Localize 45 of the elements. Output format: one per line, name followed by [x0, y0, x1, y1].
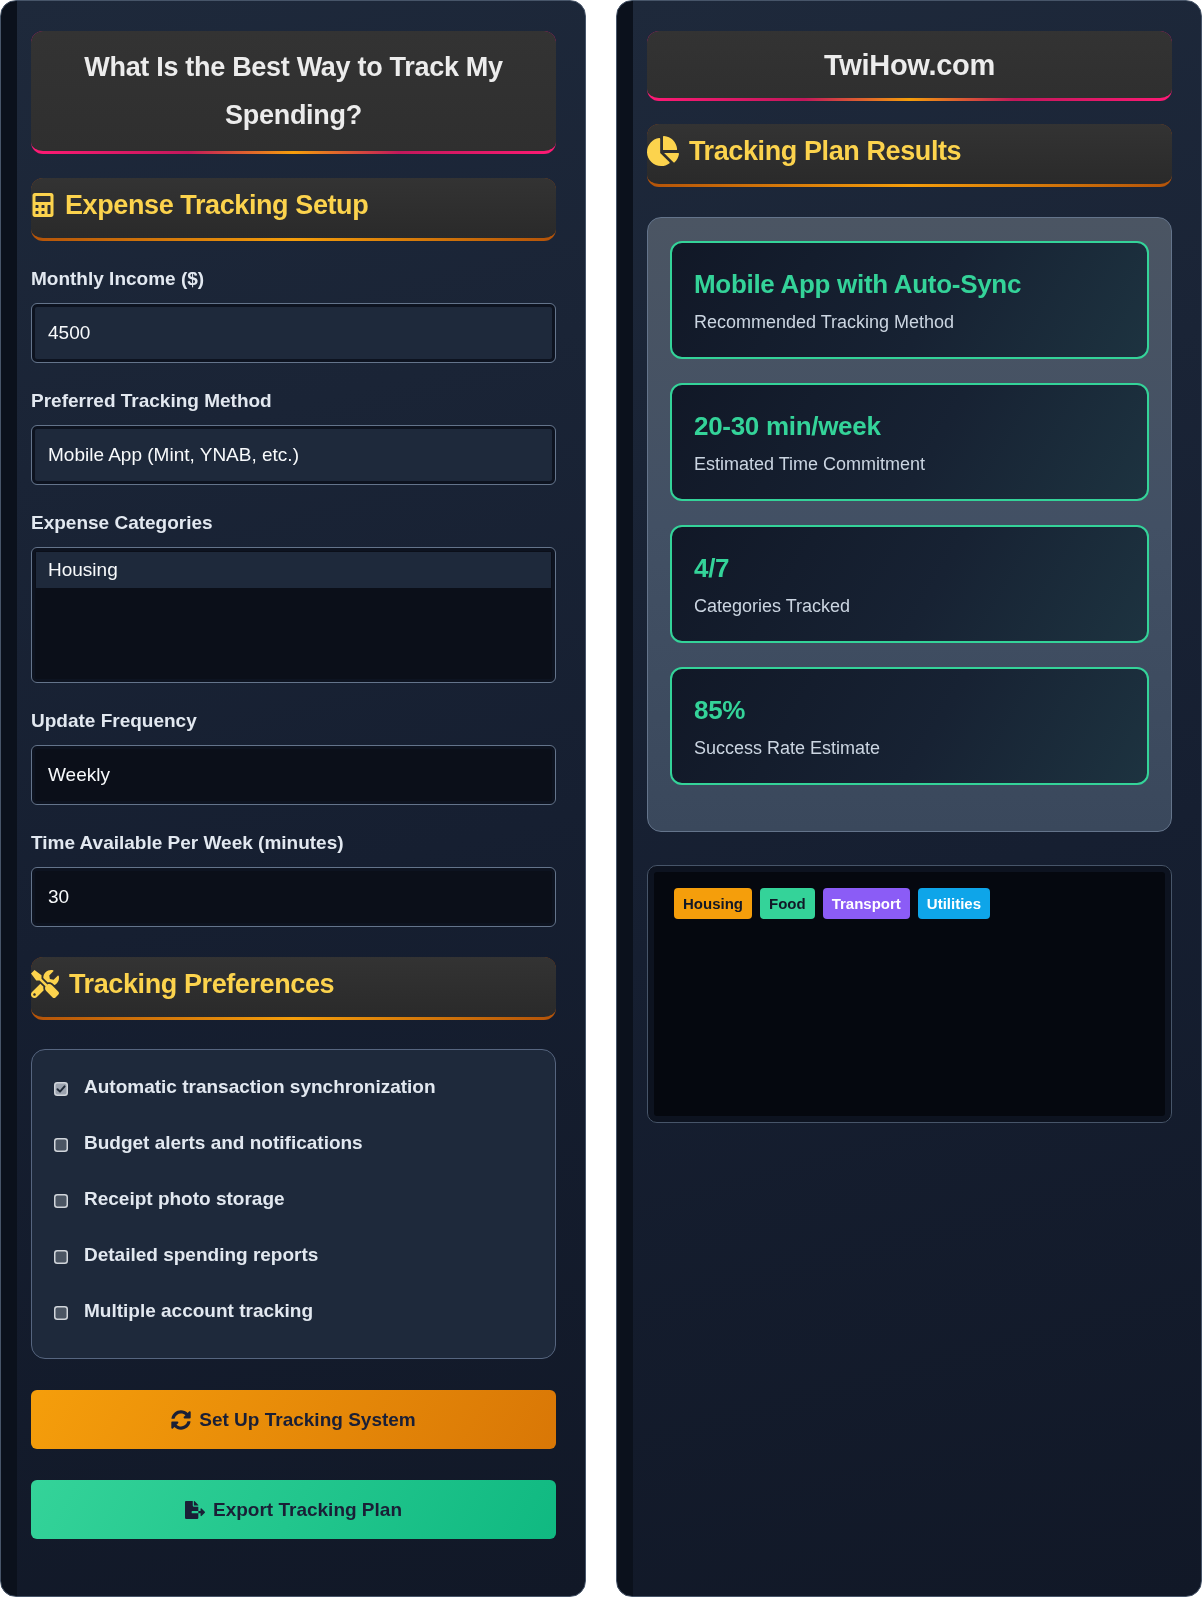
checkbox-label: Budget alerts and notifications: [84, 1132, 363, 1154]
refresh-icon: [171, 1409, 192, 1430]
stat-label: Recommended Tracking Method: [694, 311, 955, 333]
checkbox[interactable]: [54, 1306, 68, 1320]
stat-value: 4/7: [694, 552, 730, 585]
section-heading: Tracking Plan Results: [689, 135, 962, 167]
checkbox-label: Receipt photo storage: [84, 1188, 285, 1210]
pie-chart-icon: [647, 135, 679, 167]
category-tag: Food: [760, 888, 815, 919]
checkbox[interactable]: [54, 1250, 68, 1264]
calculator-icon: [31, 193, 55, 217]
checkbox[interactable]: [54, 1138, 68, 1152]
checkbox-label: Detailed spending reports: [84, 1244, 319, 1266]
field-label: Preferred Tracking Method: [31, 389, 273, 413]
page-title: What Is the Best Way to Track My Spending?: [31, 31, 556, 154]
section-heading: Tracking Preferences: [69, 968, 335, 1000]
file-export-icon: [185, 1499, 205, 1520]
checkbox[interactable]: [54, 1194, 68, 1208]
stat-value: Mobile App with Auto-Sync: [694, 268, 1022, 301]
stat-label: Success Rate Estimate: [694, 737, 881, 759]
field-label: Time Available Per Week (minutes): [31, 831, 345, 855]
text-input[interactable]: 4500: [31, 303, 556, 363]
field-label: Expense Categories: [31, 511, 214, 535]
action-button[interactable]: Set Up Tracking System: [31, 1390, 556, 1449]
checkbox-label: Multiple account tracking: [84, 1300, 314, 1322]
stat-value: 85%: [694, 694, 746, 727]
category-tag: Housing: [674, 888, 752, 919]
category-tag: Utilities: [917, 888, 991, 919]
checked-checkbox[interactable]: [54, 1082, 68, 1096]
text-input[interactable]: 30: [31, 867, 556, 927]
stat-label: Categories Tracked: [694, 595, 851, 617]
listbox-option[interactable]: Housing: [36, 552, 551, 588]
stat-value: 20-30 min/week: [694, 410, 881, 443]
tools-icon: [31, 970, 59, 998]
action-button[interactable]: Export Tracking Plan: [31, 1480, 556, 1539]
site-title: TwiHow.com: [647, 31, 1172, 101]
section-heading: Expense Tracking Setup: [65, 189, 369, 221]
category-tag: Transport: [822, 888, 910, 919]
dropdown-field[interactable]: Weekly: [31, 745, 556, 805]
checkbox-label: Automatic transaction synchronization: [84, 1076, 436, 1098]
field-label: Monthly Income ($): [31, 267, 206, 291]
listbox-field[interactable]: Housing: [31, 547, 556, 683]
stat-label: Estimated Time Commitment: [694, 453, 926, 475]
field-label: Update Frequency: [31, 709, 198, 733]
dropdown-field[interactable]: Mobile App (Mint, YNAB, etc.): [31, 425, 556, 485]
